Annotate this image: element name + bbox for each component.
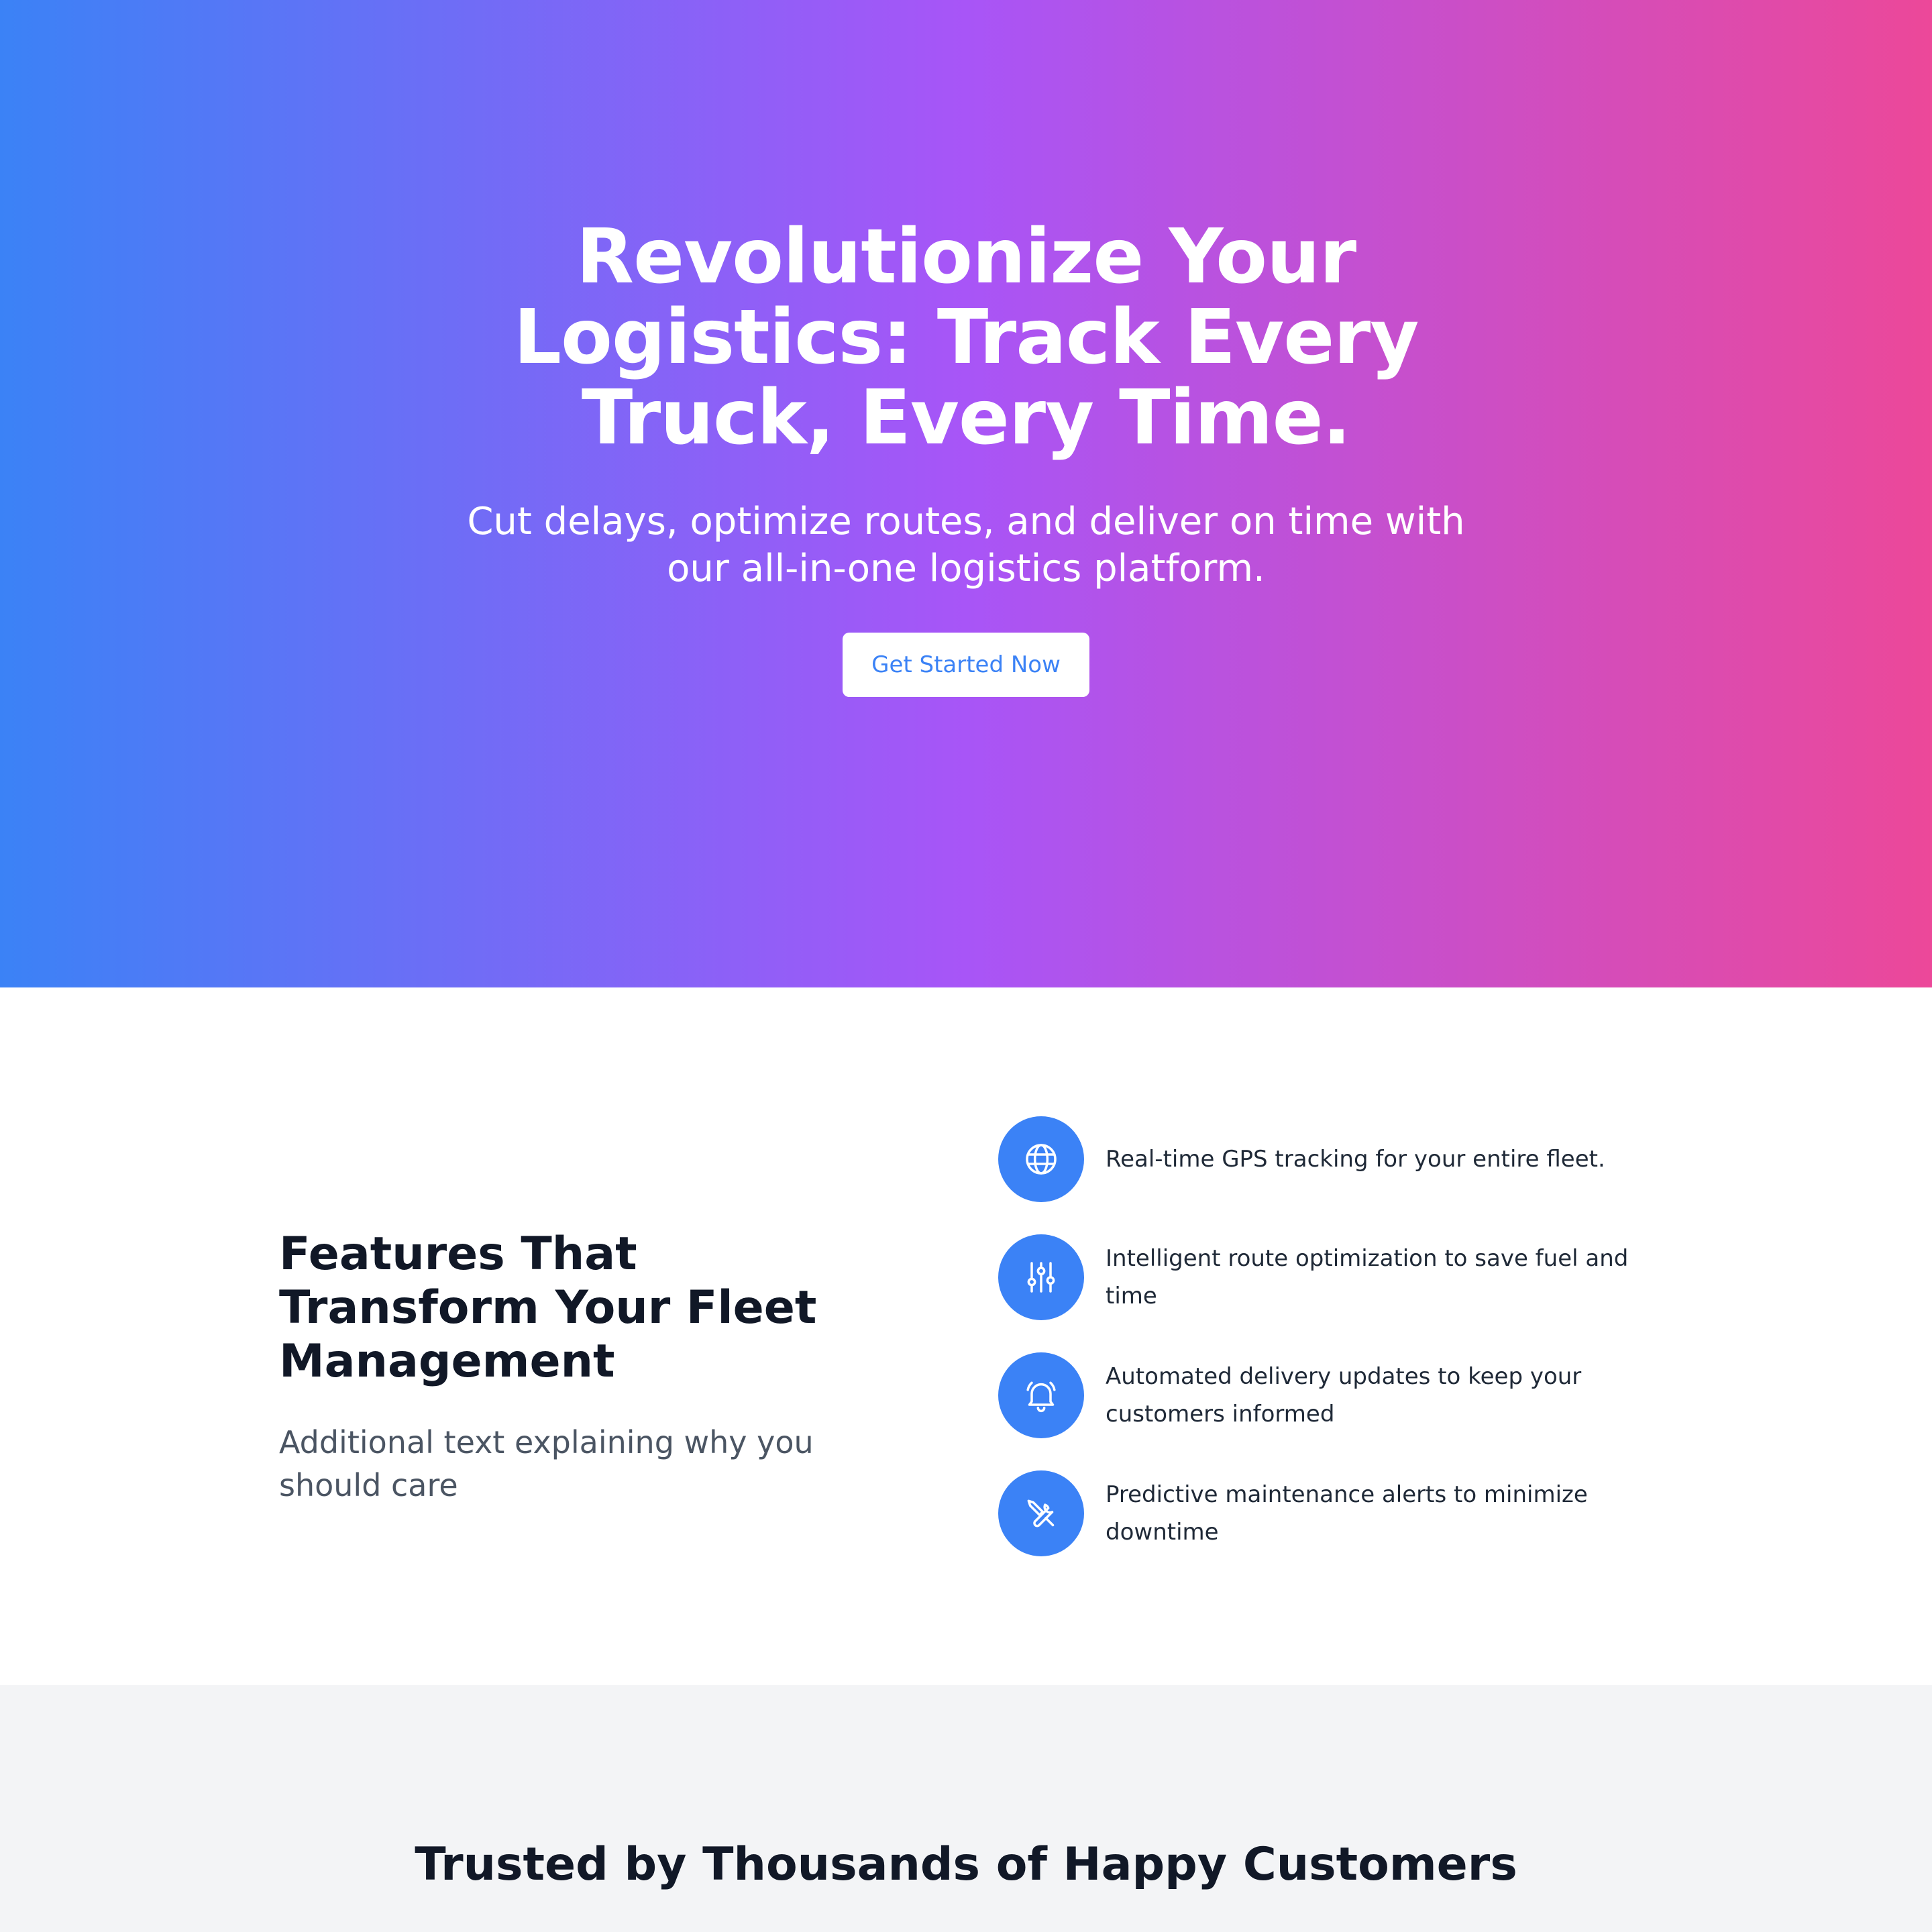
hero-section: Revolutionize Your Logistics: Track Ever… — [0, 0, 1932, 987]
feature-text: Predictive maintenance alerts to minimiz… — [1106, 1481, 1588, 1546]
feature-text: Automated delivery updates to keep your … — [1106, 1363, 1582, 1428]
sliders-icon — [998, 1234, 1084, 1320]
feature-text: Intelligent route optimization to save f… — [1106, 1245, 1629, 1309]
feature-item-delivery-updates: Automated delivery updates to keep your … — [998, 1352, 1642, 1438]
get-started-button[interactable]: Get Started Now — [843, 633, 1089, 697]
features-section: Features That Transform Your Fleet Manag… — [0, 987, 1932, 1685]
testimonials-title: Trusted by Thousands of Happy Customers — [415, 1838, 1517, 1891]
features-intro: Features That Transform Your Fleet Manag… — [279, 1228, 896, 1507]
hero-subtitle: Cut delays, optimize routes, and deliver… — [467, 500, 1465, 590]
features-list: Real-time GPS tracking for your entire f… — [998, 1116, 1642, 1589]
bell-icon — [998, 1352, 1084, 1438]
feature-item-gps-tracking: Real-time GPS tracking for your entire f… — [998, 1116, 1642, 1202]
feature-item-predictive-maintenance: Predictive maintenance alerts to minimiz… — [998, 1470, 1642, 1556]
hero-title: Revolutionize Your Logistics: Track Ever… — [513, 213, 1419, 462]
landing-page: Revolutionize Your Logistics: Track Ever… — [0, 0, 1932, 1932]
globe-icon — [998, 1116, 1084, 1202]
feature-text: Real-time GPS tracking for your entire f… — [1106, 1146, 1605, 1173]
features-description: Additional text explaining why you shoul… — [279, 1424, 814, 1503]
feature-item-route-optimization: Intelligent route optimization to save f… — [998, 1234, 1642, 1320]
wrench-screwdriver-icon — [998, 1470, 1084, 1556]
features-title: Features That Transform Your Fleet Manag… — [279, 1228, 817, 1388]
testimonials-section: Trusted by Thousands of Happy Customers — [0, 1685, 1932, 1932]
